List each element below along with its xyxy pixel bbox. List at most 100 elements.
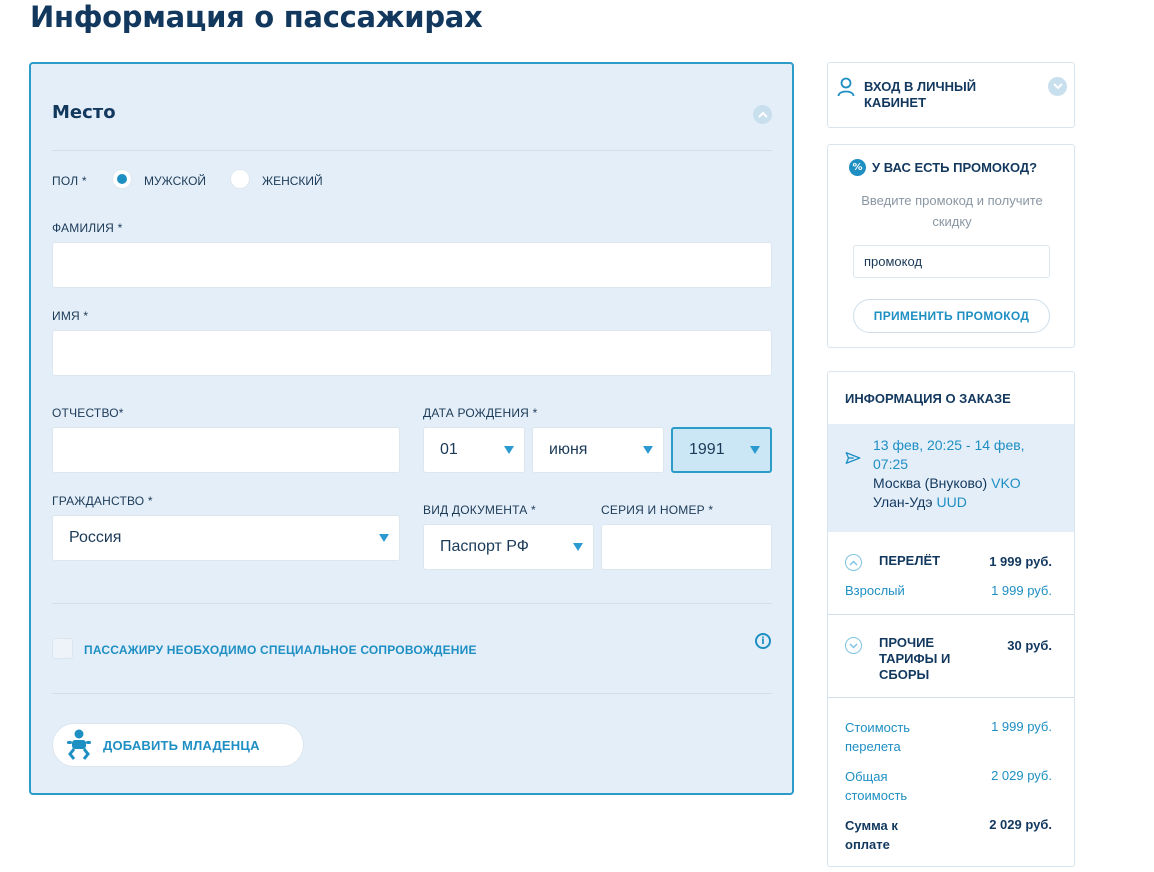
citizenship-select[interactable]: Россия — [52, 515, 400, 561]
from-city: Москва (Внуково) — [873, 475, 988, 491]
dropdown-arrow-icon — [379, 534, 389, 542]
citizenship-value: Россия — [69, 529, 122, 546]
patronymic-label: ОТЧЕСТВО* — [52, 406, 124, 420]
promo-header: % У ВАС ЕСТЬ ПРОМОКОД? — [849, 159, 1037, 176]
login-box[interactable]: ВХОД В ЛИЧНЫЙ КАБИНЕТ — [827, 62, 1075, 128]
fees-amount: 30 руб. — [1007, 638, 1052, 653]
patronymic-input[interactable] — [52, 427, 400, 473]
divider — [52, 603, 772, 604]
birth-year-value: 1991 — [689, 441, 725, 458]
gender-label-female: ЖЕНСКИЙ — [262, 174, 323, 188]
order-info-box: ИНФОРМАЦИЯ О ЗАКАЗЕ 13 фев, 20:25 - 14 ф… — [827, 371, 1075, 867]
fees-line1: ПРОЧИЕ — [879, 635, 935, 650]
flight-cost-line1: Стоимость — [845, 720, 911, 735]
flight-time-line1: 13 фев, 20:25 - 14 фев, — [873, 437, 1025, 453]
dropdown-arrow-icon — [643, 446, 653, 454]
flight-info: 13 фев, 20:25 - 14 фев, 07:25 Москва (Вн… — [828, 424, 1074, 532]
citizenship-label: ГРАЖДАНСТВО * — [52, 494, 153, 508]
document-number-input[interactable] — [601, 524, 772, 570]
birth-month-value: июня — [549, 441, 588, 458]
gender-label: ПОЛ * — [52, 174, 87, 188]
fees-section-label: ПРОЧИЕ ТАРИФЫ И СБОРЫ — [879, 635, 950, 683]
apply-promo-label: ПРИМЕНИТЬ ПРОМОКОД — [873, 309, 1030, 323]
page-title: Информация о пассажирах — [30, 0, 483, 34]
from-code: VKO — [991, 475, 1021, 491]
to-city: Улан-Удэ — [873, 494, 933, 510]
divider — [828, 697, 1074, 698]
add-infant-label: ДОБАВИТЬ МЛАДЕНЦА — [103, 737, 260, 753]
gender-label-male: МУЖСКОЙ — [144, 174, 207, 188]
divider — [52, 693, 772, 694]
surname-label: ФАМИЛИЯ * — [52, 221, 123, 235]
dropdown-arrow-icon — [573, 543, 583, 551]
flight-cost-line2: перелета — [845, 739, 901, 754]
payment-due-line1: Сумма к — [845, 818, 898, 833]
flight-cost-label: Стоимость перелета — [845, 718, 910, 756]
total-cost-amount: 2 029 руб. — [991, 768, 1052, 783]
birth-month-select[interactable]: июня — [532, 427, 664, 473]
flight-section-label: ПЕРЕЛЁТ — [879, 553, 941, 568]
promo-title: У ВАС ЕСТЬ ПРОМОКОД? — [872, 160, 1038, 175]
chevron-up-icon — [757, 111, 768, 118]
total-cost-line2: стоимость — [845, 788, 908, 803]
payment-due-amount: 2 029 руб. — [989, 817, 1052, 832]
adult-amount: 1 999 руб. — [991, 583, 1052, 598]
special-assistance-checkbox[interactable] — [52, 638, 73, 659]
to-code: UUD — [936, 494, 967, 510]
airplane-icon — [845, 452, 861, 464]
name-input[interactable] — [52, 330, 772, 376]
chevron-down-icon — [1052, 83, 1063, 90]
login-line1: ВХОД В ЛИЧНЫЙ — [864, 79, 977, 94]
total-cost-label: Общая стоимость — [845, 767, 907, 805]
adult-label: Взрослый — [845, 583, 905, 598]
document-type-select[interactable]: Паспорт РФ — [423, 524, 594, 570]
promo-input[interactable]: промокод — [853, 245, 1050, 278]
special-assistance-label[interactable]: ПАССАЖИРУ НЕОБХОДИМО СПЕЦИАЛЬНОЕ СОПРОВО… — [84, 643, 477, 657]
section-title: Место — [52, 102, 116, 123]
promo-desc-line2: скидку — [932, 214, 972, 229]
document-type-value: Паспорт РФ — [440, 538, 529, 555]
chevron-down-icon — [849, 642, 858, 649]
apply-promo-button[interactable]: ПРИМЕНИТЬ ПРОМОКОД — [853, 299, 1050, 333]
total-cost-line1: Общая — [845, 769, 888, 784]
toggle-flight-section[interactable] — [845, 554, 862, 571]
payment-due-line2: оплате — [845, 837, 890, 852]
payment-due-label: Сумма к оплате — [845, 816, 898, 854]
percent-badge-icon: % — [849, 159, 866, 176]
chevron-up-icon — [849, 559, 858, 566]
login-line2: КАБИНЕТ — [864, 95, 927, 110]
birth-date-label: ДАТА РОЖДЕНИЯ * — [423, 406, 538, 420]
surname-input[interactable] — [52, 242, 772, 288]
dropdown-arrow-icon — [504, 446, 514, 454]
flight-time-line2: 07:25 — [873, 456, 909, 472]
info-icon[interactable]: i — [755, 633, 771, 649]
flight-cost-amount: 1 999 руб. — [991, 719, 1052, 734]
dropdown-arrow-icon — [750, 446, 760, 454]
fees-line3: СБОРЫ — [879, 667, 930, 682]
promo-input-value: промокод — [864, 254, 923, 269]
document-number-label: СЕРИЯ И НОМЕР * — [601, 503, 714, 517]
login-link[interactable]: ВХОД В ЛИЧНЫЙ КАБИНЕТ — [864, 79, 976, 111]
promo-desc-line1: Введите промокод и получите — [861, 193, 1043, 208]
document-type-label: ВИД ДОКУМЕНТА * — [423, 503, 536, 517]
birth-day-value: 01 — [440, 441, 458, 458]
divider — [828, 614, 1074, 615]
order-title: ИНФОРМАЦИЯ О ЗАКАЗЕ — [845, 391, 1011, 406]
passenger-card: Место ПОЛ * МУЖСКОЙ ЖЕНСКИЙ ФАМИЛИЯ * ИМ… — [29, 62, 794, 795]
toggle-fees-section[interactable] — [845, 637, 862, 654]
divider — [52, 150, 772, 151]
promo-box: % У ВАС ЕСТЬ ПРОМОКОД? Введите промокод … — [827, 144, 1075, 348]
birth-day-select[interactable]: 01 — [423, 427, 525, 473]
promo-description: Введите промокод и получите скидку — [828, 190, 1076, 232]
collapse-button[interactable] — [753, 105, 772, 124]
baby-icon — [67, 729, 91, 760]
flight-section-amount: 1 999 руб. — [989, 554, 1052, 569]
add-infant-button[interactable]: ДОБАВИТЬ МЛАДЕНЦА — [52, 723, 304, 767]
expand-login-button[interactable] — [1048, 77, 1067, 96]
radio-selected-dot — [117, 174, 127, 184]
gender-radio-female[interactable] — [230, 169, 250, 189]
fees-line2: ТАРИФЫ И — [879, 651, 951, 666]
name-label: ИМЯ * — [52, 309, 89, 323]
gender-radio-male[interactable] — [112, 169, 132, 189]
birth-year-select[interactable]: 1991 — [671, 427, 772, 473]
